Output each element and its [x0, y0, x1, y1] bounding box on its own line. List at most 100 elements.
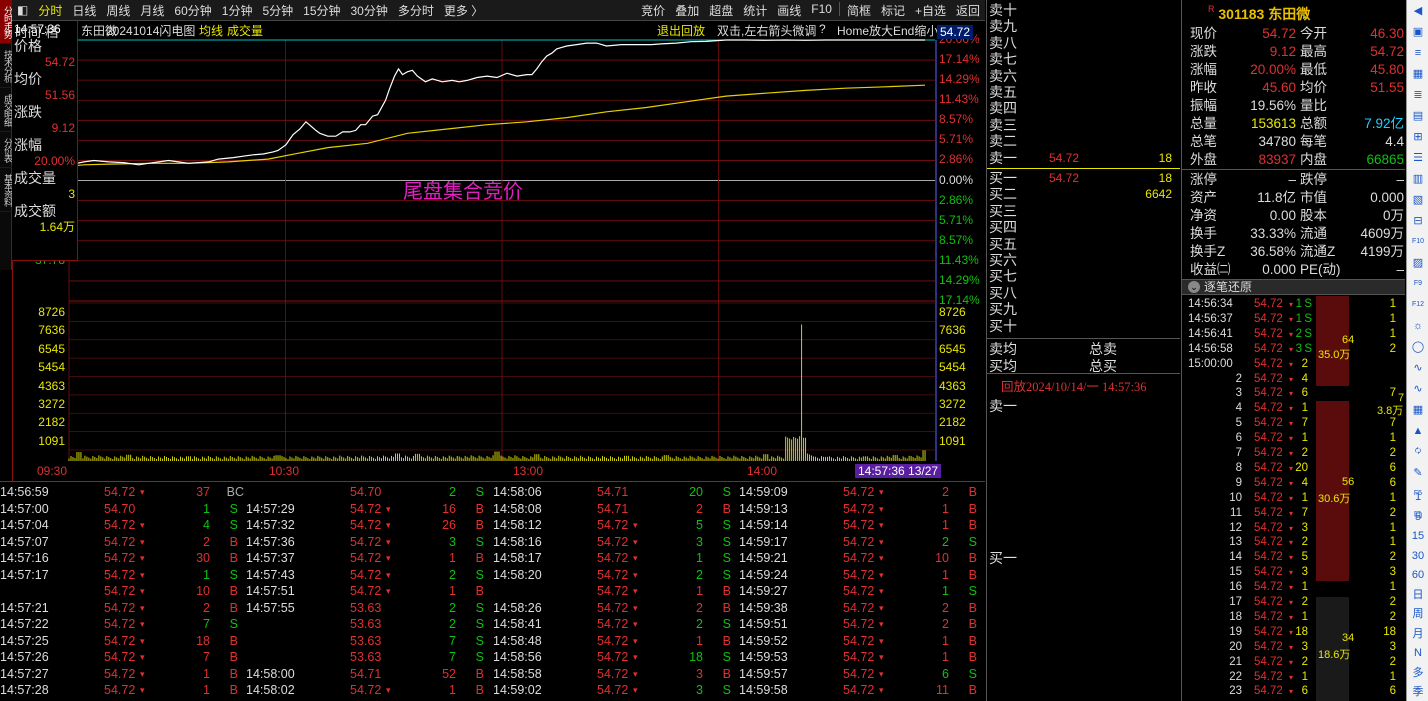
chart-home-zoom[interactable]: Home放大: [837, 22, 893, 39]
trade-row[interactable]: 14:59:21 54.72 ▾ 10 B: [739, 550, 985, 567]
toolbar-period-2[interactable]: 15: [1410, 529, 1426, 543]
toolbar-icon-1[interactable]: ▣: [1410, 25, 1426, 39]
toolbar-period-7[interactable]: 月: [1410, 627, 1426, 641]
tick-row[interactable]: 22 54.72 ▾ 1 1: [1188, 670, 1398, 685]
trade-row[interactable]: 14:57:27 54.72 ▾ 1 B: [0, 666, 246, 683]
tick-row[interactable]: 10 54.72 ▾ 1 1: [1188, 491, 1398, 506]
trade-row[interactable]: 14:59:52 54.72 ▾ 1 B: [739, 633, 985, 650]
tick-row[interactable]: 14:56:41 54.72 ▾ 2 S 1: [1188, 327, 1398, 342]
toolbar-period-8[interactable]: N: [1410, 646, 1426, 660]
tick-row[interactable]: 13 54.72 ▾ 2 1: [1188, 535, 1398, 550]
period-tab-5[interactable]: 1分钟: [217, 2, 258, 19]
toolbar-icon-11[interactable]: F10: [1410, 235, 1426, 249]
toolbar-period-0[interactable]: 1: [1410, 490, 1426, 504]
toolbar-period-4[interactable]: 60: [1410, 568, 1426, 582]
toolbar-icon-19[interactable]: ▦: [1410, 403, 1426, 417]
tick-row[interactable]: 14:56:37 54.72 ▾ 1 S 1: [1188, 312, 1398, 327]
toolbar-icon-22[interactable]: ✎: [1410, 466, 1426, 480]
toolbar-icon-12[interactable]: ▨: [1410, 256, 1426, 270]
trade-row[interactable]: 14:57:04 54.72 ▾ 4 S: [0, 517, 246, 534]
trade-row[interactable]: 14:57:16 54.72 ▾ 30 B: [0, 550, 246, 567]
tick-row[interactable]: 17 54.72 ▾ 2 2: [1188, 595, 1398, 610]
toolbar-period-5[interactable]: 日: [1410, 588, 1426, 602]
tool-btn-5[interactable]: F10: [806, 2, 837, 19]
toolbar-icon-14[interactable]: F12: [1410, 298, 1426, 312]
period-tab-4[interactable]: 60分钟: [169, 2, 216, 19]
trade-row[interactable]: 14:58:48 54.72 ▾ 1 B: [493, 633, 739, 650]
trade-row[interactable]: 53.63 7 S: [246, 649, 492, 666]
period-tab-1[interactable]: 日线: [67, 2, 101, 19]
trade-row[interactable]: 14:58:08 54.71 2 B: [493, 501, 739, 518]
tick-row[interactable]: 14 54.72 ▾ 5 2: [1188, 550, 1398, 565]
tool-btn-3[interactable]: 统计: [738, 2, 772, 19]
left-nav-item-2[interactable]: 成交明细: [0, 88, 13, 132]
collapse-icon[interactable]: ⌄: [1188, 281, 1200, 293]
tick-row[interactable]: 8 54.72 ▾ 20 6: [1188, 461, 1398, 476]
trade-row[interactable]: 14:57:22 54.72 ▾ 7 S: [0, 616, 246, 633]
tick-row[interactable]: 6 54.72 ▾ 1 1: [1188, 431, 1398, 446]
period-tab-9[interactable]: 多分时: [393, 2, 439, 19]
toolbar-period-9[interactable]: 多: [1410, 666, 1426, 680]
trade-row[interactable]: 14:57:43 54.72 ▾ 2 S: [246, 567, 492, 584]
toolbar-icon-3[interactable]: ▦: [1410, 67, 1426, 81]
toolbar-icon-18[interactable]: ∿: [1410, 382, 1426, 396]
trade-row[interactable]: 14:57:28 54.72 ▾ 1 B: [0, 682, 246, 699]
toolbar-icon-13[interactable]: F9: [1410, 277, 1426, 291]
period-tab-7[interactable]: 15分钟: [298, 2, 345, 19]
tick-row[interactable]: 2 54.72 ▾ 4: [1188, 372, 1398, 387]
period-tab-10[interactable]: 更多 〉: [439, 2, 488, 19]
period-tab-8[interactable]: 30分钟: [346, 2, 393, 19]
toolbar-icon-0[interactable]: ◀: [1410, 4, 1426, 18]
trade-row[interactable]: 14:59:57 54.72 ▾ 6 S: [739, 666, 985, 683]
toolbar-icon-21[interactable]: 🗘: [1410, 445, 1426, 459]
toolbar-icon-6[interactable]: ⊞: [1410, 130, 1426, 144]
toolbar-icon-10[interactable]: ⊟: [1410, 214, 1426, 228]
left-nav-item-3[interactable]: 分价表: [0, 132, 13, 168]
tick-row[interactable]: 12 54.72 ▾ 3 1: [1188, 521, 1398, 536]
toolbar-icon-5[interactable]: ▤: [1410, 109, 1426, 123]
period-tab-0[interactable]: 分时: [33, 2, 67, 19]
tool-btn-9[interactable]: 返回: [951, 2, 985, 19]
trade-row[interactable]: 14:57:17 54.72 ▾ 1 S: [0, 567, 246, 584]
toolbar-period-3[interactable]: 30: [1410, 549, 1426, 563]
tick-row[interactable]: 16 54.72 ▾ 1 1: [1188, 580, 1398, 595]
trade-row[interactable]: 14:58:02 54.72 ▾ 1 B: [246, 682, 492, 699]
period-tab-3[interactable]: 月线: [135, 2, 169, 19]
trade-row[interactable]: 14:57:37 54.72 ▾ 1 B: [246, 550, 492, 567]
trade-row[interactable]: 53.63 7 S: [246, 633, 492, 650]
trade-row[interactable]: 14:57:36 54.72 ▾ 3 S: [246, 534, 492, 551]
trade-row[interactable]: 54.72 ▾ 10 B: [0, 583, 246, 600]
tick-row[interactable]: 21 54.72 ▾ 2 2: [1188, 655, 1398, 670]
toolbar-period-6[interactable]: 周: [1410, 607, 1426, 621]
toolbar-icon-2[interactable]: ≡: [1410, 46, 1426, 60]
tick-row[interactable]: 7 54.72 ▾ 2 2: [1188, 446, 1398, 461]
trade-row[interactable]: 14:58:56 54.72 ▾ 18 S: [493, 649, 739, 666]
toolbar-icon-20[interactable]: ▲: [1410, 424, 1426, 438]
toolbar-icon-15[interactable]: ☼: [1410, 319, 1426, 333]
tick-header[interactable]: ⌄ 逐笔还原: [1182, 279, 1405, 295]
tick-row[interactable]: 3 54.72 ▾ 6 7: [1188, 386, 1398, 401]
tick-row[interactable]: 4 54.72 ▾ 1: [1188, 401, 1398, 416]
trade-row[interactable]: 14:57:51 54.72 ▾ 1 B: [246, 583, 492, 600]
left-nav-item-4[interactable]: 基本资料: [0, 168, 13, 212]
trade-row[interactable]: 14:57:21 54.72 ▾ 2 B: [0, 600, 246, 617]
toolbar-icon-4[interactable]: ≣: [1410, 88, 1426, 102]
tick-row[interactable]: 9 54.72 ▾ 4 6: [1188, 476, 1398, 491]
tick-row[interactable]: 14:56:58 54.72 ▾ 3 S 2: [1188, 342, 1398, 357]
trade-row[interactable]: 14:59:17 54.72 ▾ 2 S: [739, 534, 985, 551]
window-icon[interactable]: ◧: [12, 3, 33, 17]
trade-row[interactable]: 14:58:58 54.72 ▾ 3 B: [493, 666, 739, 683]
tool-btn-0[interactable]: 竞价: [636, 2, 670, 19]
toolbar-icon-7[interactable]: ☰: [1410, 151, 1426, 165]
chart-end-zoom[interactable]: End缩小: [893, 22, 938, 39]
trade-row[interactable]: 14:57:32 54.72 ▾ 26 B: [246, 517, 492, 534]
trade-row[interactable]: 14:59:02 54.72 ▾ 3 S: [493, 682, 739, 699]
trade-row[interactable]: 14:57:55 53.63 2 S: [246, 600, 492, 617]
tool-btn-8[interactable]: +自选: [910, 2, 951, 19]
tick-row[interactable]: 19 54.72 ▾ 18 18: [1188, 625, 1398, 640]
trade-detail-table[interactable]: 14:56:59 54.72 ▾ 37 BC 14:57:00 54.70 1 S 14:57:0…: [0, 481, 985, 701]
tick-row[interactable]: 14:56:34 54.72 ▾ 1 S 1: [1188, 297, 1398, 312]
trade-row[interactable]: 14:59:09 54.72 ▾ 2 B: [739, 484, 985, 501]
tick-row[interactable]: 15 54.72 ▾ 3 3: [1188, 565, 1398, 580]
trade-row[interactable]: 54.70 2 S: [246, 484, 492, 501]
